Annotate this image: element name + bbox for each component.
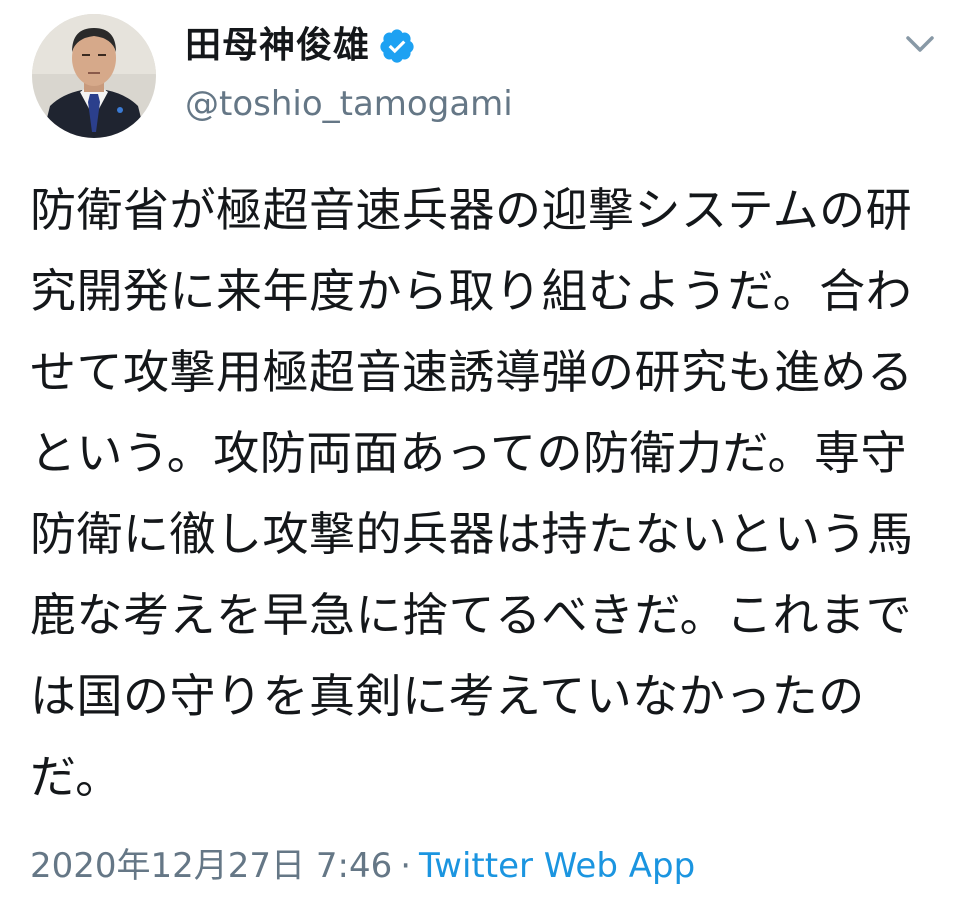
tweet-text: 防衛省が極超音速兵器の迎撃システムの研究開発に来年度から取り組むようだ。合わせて… [30, 183, 914, 804]
verified-badge-icon [380, 29, 414, 63]
avatar[interactable] [32, 14, 156, 138]
author-handle[interactable]: @toshio_tamogami [185, 80, 513, 128]
tweet-card: 田母神俊雄 @toshio_tamogami 防衛省が極超音速兵器の迎撃システム… [0, 0, 960, 908]
source-link[interactable]: Twitter Web App [419, 846, 695, 886]
meta-separator: · [400, 846, 412, 886]
timestamp[interactable]: 2020年12月27日 7:46 [30, 846, 392, 886]
display-name[interactable]: 田母神俊雄 [185, 22, 370, 70]
chevron-down-icon[interactable] [900, 28, 940, 62]
tweet-meta: 2020年12月27日 7:46 · Twitter Web App [30, 844, 695, 888]
author-name-row: 田母神俊雄 [185, 22, 416, 70]
